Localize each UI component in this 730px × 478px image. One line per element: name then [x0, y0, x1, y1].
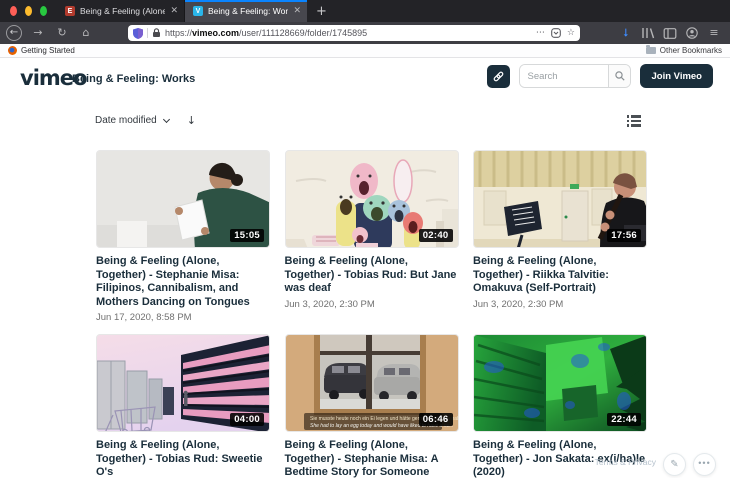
link-chain-icon [492, 70, 505, 83]
video-card: 17:56 Being & Feeling (Alone, Together) … [473, 150, 647, 323]
search-submit-button[interactable] [608, 65, 630, 87]
terms-privacy-link[interactable]: Terms & Privacy [595, 457, 656, 467]
duration-badge: 02:40 [419, 229, 453, 242]
video-date: Jun 3, 2020, 2:30 PM [285, 299, 459, 310]
downloads-icon[interactable]: ⭣ [616, 25, 636, 41]
library-icon[interactable] [638, 27, 658, 39]
video-card: 15:05 Being & Feeling (Alone, Together) … [96, 150, 270, 323]
home-button[interactable]: ⌂ [76, 25, 96, 41]
close-tab-icon[interactable]: ✕ [170, 6, 178, 16]
maximize-window-button[interactable] [40, 6, 47, 16]
list-view-toggle[interactable] [627, 115, 642, 127]
video-thumbnail[interactable]: 22:44 [473, 334, 647, 432]
back-button[interactable]: ← [6, 25, 22, 41]
tracking-protection-shield-icon[interactable] [133, 28, 143, 39]
page-actions-icon[interactable]: ⋯ [536, 28, 545, 38]
reload-button[interactable]: ↻ [52, 25, 72, 41]
video-title[interactable]: Being & Feeling (Alone, Together) - Step… [96, 255, 270, 309]
other-bookmarks-button[interactable]: Other Bookmarks [660, 46, 722, 55]
bookmarks-toolbar: Getting Started Other Bookmarks [0, 44, 730, 58]
video-thumbnail[interactable]: Sie musste heute noch ein Ei legen und h… [285, 334, 459, 432]
search-icon [615, 71, 625, 81]
join-vimeo-button[interactable]: Join Vimeo [640, 64, 713, 88]
more-options-button[interactable]: ••• [693, 453, 716, 476]
sidebar-toggle-icon[interactable] [660, 28, 680, 39]
video-date: Jun 3, 2020, 2:30 PM [473, 299, 647, 310]
url-scheme: https:// [165, 28, 192, 38]
divider [147, 28, 148, 38]
duration-badge: 04:00 [230, 413, 264, 426]
pen-icon: ✎ [670, 459, 678, 470]
duration-badge: 22:44 [607, 413, 641, 426]
video-grid: 15:05 Being & Feeling (Alone, Together) … [96, 150, 647, 478]
video-card: 04:00 Being & Feeling (Alone, Together) … [96, 334, 270, 478]
share-link-button[interactable] [487, 65, 510, 88]
video-card: Sie musste heute noch ein Ei legen und h… [285, 334, 459, 478]
url-domain: vimeo.com [192, 28, 239, 38]
new-tab-button[interactable]: + [307, 0, 336, 22]
video-thumbnail[interactable]: 17:56 [473, 150, 647, 248]
pocket-icon[interactable] [551, 28, 561, 38]
macos-window-controls [0, 0, 57, 22]
chevron-down-icon[interactable] [163, 116, 170, 123]
browser-navigation-toolbar: ← → ↻ ⌂ https://vimeo.com/user/111128669… [0, 22, 730, 44]
close-tab-icon[interactable]: ✕ [293, 6, 301, 16]
vimeo-folder-page: vimeo Being & Feeling: Works Join Vimeo … [0, 58, 730, 478]
lock-icon [152, 28, 161, 38]
sort-controls: Date modified ↓ [95, 114, 196, 127]
browser-tab-bar: E Being & Feeling (Alone, Togeth ✕ V Bei… [0, 0, 730, 22]
folder-icon [646, 47, 656, 54]
menu-hamburger-icon[interactable]: ≡ [704, 25, 724, 41]
video-card: 02:40 Being & Feeling (Alone, Together) … [285, 150, 459, 323]
ellipsis-icon: ••• [698, 458, 710, 468]
sort-direction-button[interactable]: ↓ [187, 114, 196, 127]
header-controls: Join Vimeo [487, 64, 713, 88]
search-box [519, 64, 631, 88]
duration-badge: 17:56 [607, 229, 641, 242]
video-thumbnail[interactable]: 04:00 [96, 334, 270, 432]
video-title[interactable]: Being & Feeling (Alone, Together) - Tobi… [285, 255, 459, 296]
account-icon[interactable] [682, 27, 702, 39]
tab-title: Being & Feeling (Alone, Togeth [80, 6, 165, 16]
browser-tab-vimeo-active[interactable]: V Being & Feeling: Works on Vime ✕ [185, 0, 307, 22]
video-date: Jun 17, 2020, 8:58 PM [96, 312, 270, 323]
search-input[interactable] [520, 65, 608, 87]
page-title: Being & Feeling: Works [72, 73, 195, 85]
sort-dropdown[interactable]: Date modified [95, 115, 157, 126]
url-path: /user/111128669/folder/1745895 [239, 28, 367, 38]
video-title[interactable]: Being & Feeling (Alone, Together) - Step… [285, 439, 459, 478]
video-title[interactable]: Being & Feeling (Alone, Together) - Riik… [473, 255, 647, 296]
video-thumbnail[interactable]: 02:40 [285, 150, 459, 248]
tab-title: Being & Feeling: Works on Vime [208, 6, 288, 16]
video-thumbnail[interactable]: 15:05 [96, 150, 270, 248]
address-bar[interactable]: https://vimeo.com/user/111128669/folder/… [128, 25, 580, 41]
duration-badge: 06:46 [419, 413, 453, 426]
eflux-favicon-icon: E [65, 6, 75, 16]
feedback-button[interactable]: ✎ [663, 453, 686, 476]
video-title[interactable]: Being & Feeling (Alone, Together) - Tobi… [96, 439, 270, 478]
url-text: https://vimeo.com/user/111128669/folder/… [165, 28, 532, 38]
forward-button[interactable]: → [28, 25, 48, 41]
minimize-window-button[interactable] [25, 6, 32, 16]
duration-badge: 15:05 [230, 229, 264, 242]
bookmark-getting-started[interactable]: Getting Started [21, 46, 75, 55]
bookmark-star-icon[interactable]: ☆ [567, 28, 575, 38]
firefox-favicon-icon [8, 46, 17, 55]
vimeo-favicon-icon: V [193, 6, 203, 16]
close-window-button[interactable] [10, 6, 17, 16]
browser-tab-eflux[interactable]: E Being & Feeling (Alone, Togeth ✕ [57, 0, 185, 22]
